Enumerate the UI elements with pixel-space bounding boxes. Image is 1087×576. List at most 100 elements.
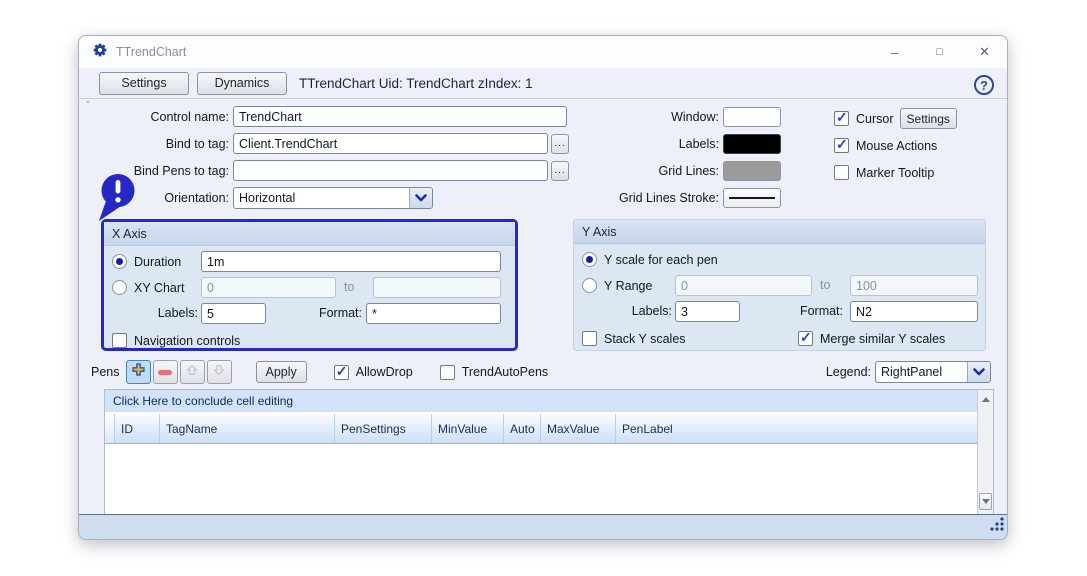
scrollbar-down-button[interactable] xyxy=(979,493,992,510)
x-navigation-row: Navigation controls xyxy=(112,330,240,351)
bind-pens-to-tag-input[interactable] xyxy=(233,160,548,181)
orientation-select[interactable]: Horizontal xyxy=(233,187,433,209)
control-name-label: Control name: xyxy=(79,110,229,124)
apply-button[interactable]: Apply xyxy=(256,361,307,383)
bind-pens-to-tag-browse-button[interactable]: ... xyxy=(551,161,569,181)
labels-color-swatch[interactable] xyxy=(723,134,781,154)
column-header-tagname[interactable]: TagName xyxy=(160,414,335,443)
y-to-label: to xyxy=(820,278,830,292)
pens-label: Pens xyxy=(91,365,120,379)
column-header-id[interactable]: ID xyxy=(115,414,160,443)
plus-icon xyxy=(131,362,146,382)
y-labels-label: Labels: xyxy=(582,304,672,318)
screen: TTrendChart – □ ✕ Settings Dynamics TTre… xyxy=(0,0,1087,576)
grid-lines-stroke-button[interactable] xyxy=(723,188,781,208)
trendautopens-checkbox[interactable] xyxy=(440,365,455,380)
help-icon[interactable]: ? xyxy=(974,75,994,95)
y-range-to-input[interactable] xyxy=(850,275,978,296)
close-button[interactable]: ✕ xyxy=(962,36,1007,68)
bind-pens-to-tag-row: Bind Pens to tag: ... xyxy=(79,160,574,181)
marker-tooltip-row: Marker Tooltip xyxy=(834,162,934,183)
column-header-auto[interactable]: Auto xyxy=(504,414,541,443)
y-merge-row: Merge similar Y scales xyxy=(798,328,945,349)
allowdrop-checkbox[interactable] xyxy=(334,365,349,380)
arrow-up-icon xyxy=(185,363,199,382)
column-header-maxvalue[interactable]: MaxValue xyxy=(541,414,616,443)
labels-color-label: Labels: xyxy=(569,137,719,151)
y-range-label: Y Range xyxy=(604,279,652,293)
minimize-button[interactable]: – xyxy=(872,36,917,68)
y-range-radio[interactable] xyxy=(582,278,597,293)
x-navigation-checkbox[interactable] xyxy=(112,333,127,348)
column-header-pensettings[interactable]: PenSettings xyxy=(335,414,432,443)
tab-dynamics[interactable]: Dynamics xyxy=(197,72,287,95)
y-scale-each-pen-radio[interactable] xyxy=(582,252,597,267)
x-navigation-label: Navigation controls xyxy=(134,334,240,348)
x-xychart-from-input[interactable] xyxy=(201,277,336,298)
legend-value: RightPanel xyxy=(876,362,967,382)
grid-lines-color-label: Grid Lines: xyxy=(569,164,719,178)
scrollbar-up-button[interactable] xyxy=(978,392,993,406)
bind-to-tag-browse-button[interactable]: ... xyxy=(551,134,569,154)
control-name-row: Control name: xyxy=(79,106,569,127)
dialog-title: TTrendChart Uid: TrendChart zIndex: 1 xyxy=(299,76,533,91)
x-format-input[interactable] xyxy=(366,303,501,324)
vertical-scrollbar[interactable] xyxy=(977,390,993,514)
window-color-row: Window: xyxy=(569,106,784,127)
y-range-from-input[interactable] xyxy=(675,275,812,296)
y-labels-input[interactable] xyxy=(675,301,740,322)
legend-label: Legend: xyxy=(826,365,871,379)
ttrendchart-dialog: TTrendChart – □ ✕ Settings Dynamics TTre… xyxy=(78,35,1008,540)
x-duration-input[interactable] xyxy=(201,251,501,272)
y-axis-group-header: Y Axis xyxy=(574,220,985,244)
grid-lines-stroke-label: Grid Lines Stroke: xyxy=(569,191,719,205)
stack-y-scales-label: Stack Y scales xyxy=(604,332,686,346)
grid-header-row: ID TagName PenSettings MinValue Auto Max… xyxy=(105,414,977,444)
labels-color-row: Labels: xyxy=(569,133,784,154)
y-stack-row: Stack Y scales xyxy=(582,328,686,349)
mouse-actions-checkbox[interactable] xyxy=(834,138,849,153)
y-format-input[interactable] xyxy=(850,301,978,322)
marker-tooltip-checkbox[interactable] xyxy=(834,165,849,180)
gear-icon xyxy=(92,42,108,63)
x-labels-input[interactable] xyxy=(201,303,266,324)
cursor-settings-button[interactable]: Settings xyxy=(900,108,957,129)
x-duration-label: Duration xyxy=(134,255,181,269)
tab-settings[interactable]: Settings xyxy=(99,72,189,95)
mouse-actions-label: Mouse Actions xyxy=(856,139,937,153)
grid-edit-banner[interactable]: Click Here to conclude cell editing xyxy=(105,390,977,414)
move-pen-up-button[interactable] xyxy=(180,360,205,384)
legend-row: Legend: RightPanel xyxy=(799,360,991,384)
control-name-input[interactable] xyxy=(233,106,567,127)
x-duration-radio[interactable] xyxy=(112,254,127,269)
grid-lines-color-swatch[interactable] xyxy=(723,161,781,181)
stack-y-scales-checkbox[interactable] xyxy=(582,331,597,346)
x-labels-label: Labels: xyxy=(112,306,198,320)
merge-similar-y-scales-checkbox[interactable] xyxy=(798,331,813,346)
header-strip: Settings Dynamics TTrendChart Uid: Trend… xyxy=(79,68,1007,99)
maximize-button[interactable]: □ xyxy=(917,36,962,68)
x-xychart-to-input[interactable] xyxy=(373,277,501,298)
chevron-down-icon xyxy=(409,188,432,208)
cursor-label: Cursor xyxy=(856,112,894,126)
legend-select[interactable]: RightPanel xyxy=(875,361,991,383)
x-xychart-radio[interactable] xyxy=(112,280,127,295)
window-color-swatch[interactable] xyxy=(723,107,781,127)
status-strip xyxy=(79,514,1007,539)
move-pen-down-button[interactable] xyxy=(207,360,232,384)
add-pen-button[interactable] xyxy=(126,360,151,384)
column-header-penlabel[interactable]: PenLabel xyxy=(616,414,977,443)
y-format-label: Format: xyxy=(770,304,843,318)
bind-to-tag-input[interactable] xyxy=(233,133,548,154)
pens-grid: Click Here to conclude cell editing ID T… xyxy=(104,389,994,515)
grid-lines-color-row: Grid Lines: xyxy=(569,160,784,181)
bind-to-tag-label: Bind to tag: xyxy=(79,137,229,151)
remove-pen-button[interactable] xyxy=(153,360,178,384)
column-header-minvalue[interactable]: MinValue xyxy=(432,414,504,443)
bind-to-tag-row: Bind to tag: ... xyxy=(79,133,574,154)
y-scale-each-pen-label: Y scale for each pen xyxy=(604,253,718,267)
resize-grip[interactable] xyxy=(989,516,1005,537)
cursor-checkbox[interactable] xyxy=(834,111,849,126)
y-axis-group: Y Axis Y scale for each pen Y Range to L… xyxy=(573,219,986,351)
triangle-up-icon xyxy=(982,397,990,402)
